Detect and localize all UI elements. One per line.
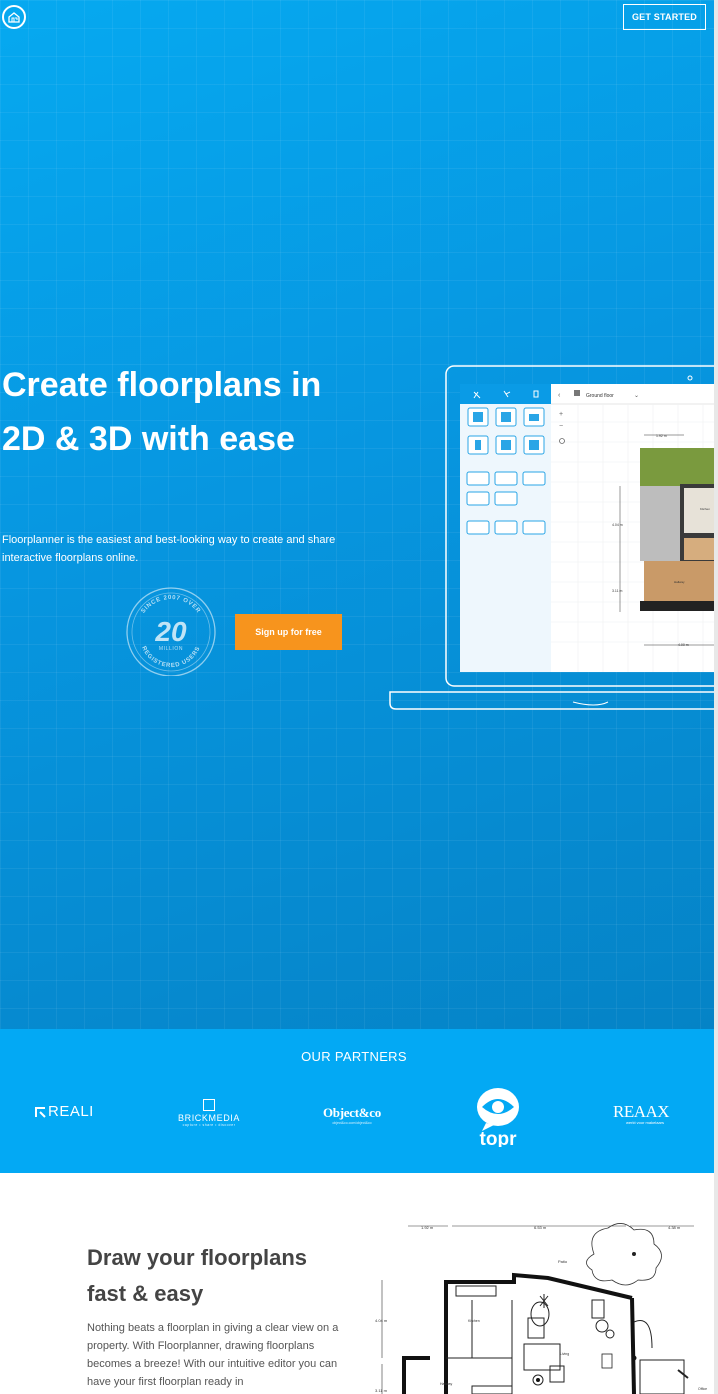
- room-label: Office: [698, 1387, 707, 1391]
- wall-icon: [473, 412, 483, 422]
- dimension-label: 4.04 m: [375, 1318, 388, 1323]
- partner-logo-objectco[interactable]: Object&co object&co.com/object&co: [323, 1105, 381, 1125]
- get-started-button[interactable]: GET STARTED: [623, 4, 706, 30]
- zoom-in-icon[interactable]: +: [559, 411, 563, 418]
- partner-logo-topr[interactable]: topr: [474, 1085, 522, 1147]
- dimension-label: 6.53 m: [534, 1225, 547, 1230]
- dimension-label: 3.11 m: [612, 589, 623, 593]
- partner-tagline: werkt voor makelaars: [626, 1120, 665, 1125]
- laptop-camera-icon: [687, 375, 693, 381]
- window-icon: [501, 440, 511, 450]
- zoom-out-icon[interactable]: −: [559, 423, 563, 430]
- room-label: Kitchen: [468, 1319, 480, 1323]
- room-icon: [501, 412, 511, 422]
- gravel-area: [640, 486, 680, 561]
- partner-logo-reaax[interactable]: REAAX werkt voor makelaars: [613, 1102, 670, 1125]
- room-label: Hallway: [674, 580, 685, 584]
- badge-top-text: SINCE 2007 OVER: [141, 595, 201, 615]
- reali-icon: [35, 1106, 46, 1118]
- floorplanner-house-icon[interactable]: [2, 5, 26, 29]
- tree-symbol: [586, 1223, 662, 1286]
- room-label: Living: [560, 1352, 569, 1356]
- floor-icon: [574, 390, 580, 396]
- partner-tagline: capture • share • discover: [182, 1123, 236, 1127]
- partner-name: REAAX: [613, 1102, 670, 1121]
- garden-area: [640, 448, 718, 486]
- floor-icon: [529, 414, 539, 421]
- fireplace-icon: [529, 440, 539, 450]
- scrollbar[interactable]: [714, 0, 718, 1394]
- users-badge: SINCE 2007 OVER 20 MILLION REGISTERED US…: [126, 587, 216, 676]
- signup-button[interactable]: Sign up for free: [235, 614, 342, 650]
- brickmedia-icon: [203, 1099, 215, 1111]
- partner-name: BRICKMEDIA: [178, 1113, 241, 1123]
- floor-select[interactable]: Ground floor: [586, 393, 614, 399]
- dimension-label: 1.92 m: [656, 434, 667, 438]
- dimension-label: 4.38 m: [668, 1225, 681, 1230]
- feature-text: Nothing beats a floorplan in giving a cl…: [87, 1322, 339, 1388]
- hero-headline: Create floorplans in 2D & 3D with ease: [2, 366, 322, 458]
- partner-logo-reali[interactable]: REALI: [34, 1103, 94, 1120]
- hero-subline: Floorplanner is the easiest and best-loo…: [2, 534, 336, 564]
- dimension-label: 1.92 m: [421, 1225, 434, 1230]
- dimension-label: 3.11 m: [375, 1388, 388, 1393]
- hero-section: GET STARTED Create floorplans in 2D & 3D…: [0, 0, 718, 1029]
- partner-logo-brickmedia[interactable]: BRICKMEDIA capture • share • discover: [178, 1099, 240, 1127]
- svg-text:SINCE 2007 OVER: SINCE 2007 OVER: [141, 595, 202, 615]
- badge-number: 20: [154, 616, 187, 647]
- partner-name: topr: [480, 1129, 518, 1147]
- door-icon: [475, 440, 481, 450]
- partner-name: REALI: [48, 1103, 94, 1120]
- partners-section: OUR PARTNERS REALI BRICKMEDIA capture • …: [0, 1029, 718, 1173]
- chevron-down-icon[interactable]: ⌄: [634, 393, 639, 399]
- partner-name: Object&co: [323, 1105, 381, 1120]
- dimension-label: 4.04 m: [612, 523, 623, 527]
- dimension-label: 4.00 m: [678, 643, 689, 647]
- laptop-base: [389, 691, 718, 710]
- editor-laptop-illustration: ‹ Ground floor ⌄ + − Hallway Kitchen 1.9…: [389, 365, 718, 710]
- room-label: Patio: [558, 1259, 568, 1264]
- feature-section: Draw your floorplans fast & easy Nothing…: [0, 1173, 718, 1394]
- partner-tagline: object&co.com/object&co: [332, 1121, 372, 1125]
- feature-title: Draw your floorplans fast & easy: [87, 1245, 308, 1306]
- room-label: Hallway: [440, 1382, 453, 1386]
- floorplan-illustration: 1.92 m 6.53 m 4.38 m 4.04 m 3.11 m Patio: [375, 1223, 707, 1394]
- room-label: Kitchen: [700, 507, 710, 511]
- partners-title: OUR PARTNERS: [301, 1049, 407, 1064]
- badge-unit: MILLION: [159, 646, 183, 652]
